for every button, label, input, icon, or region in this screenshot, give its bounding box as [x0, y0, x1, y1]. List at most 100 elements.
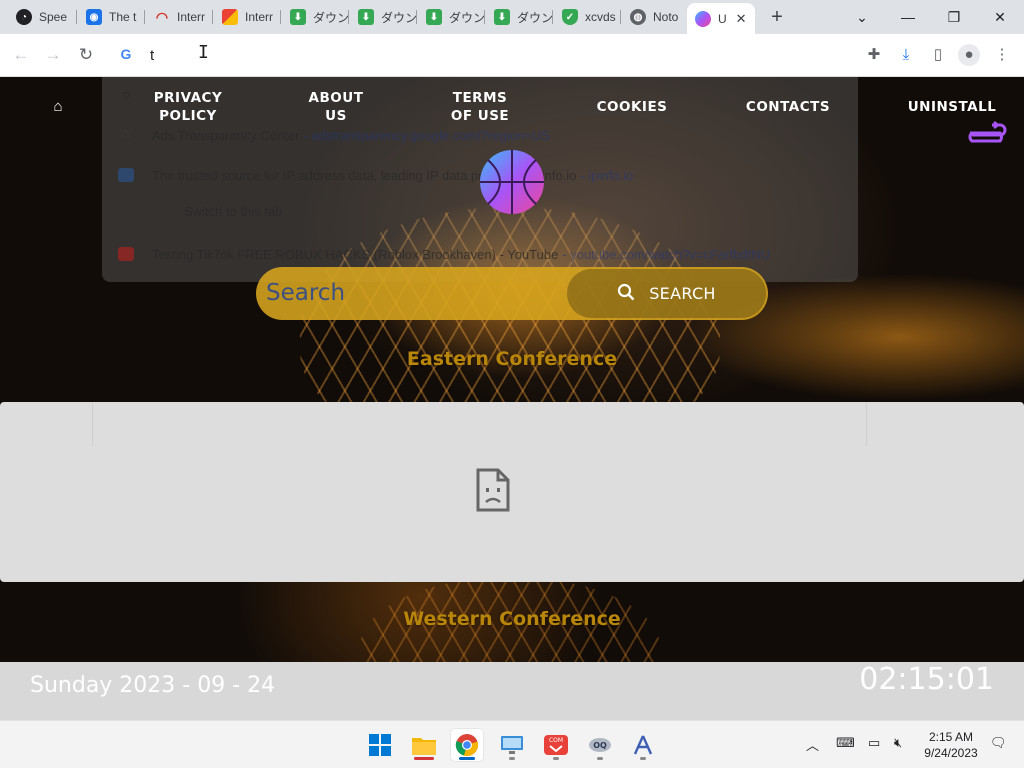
file-explorer-icon[interactable]: [408, 729, 440, 761]
forward-icon[interactable]: →: [41, 43, 65, 67]
tab-active-u[interactable]: U ✕: [687, 3, 755, 34]
tab-xcvds[interactable]: ✓ xcvds: [554, 4, 620, 30]
address-bar-input[interactable]: [150, 42, 750, 68]
tab-internet-2[interactable]: Interr: [214, 4, 280, 30]
display-icon[interactable]: ▭: [868, 735, 880, 751]
tab-icon: [160, 204, 176, 218]
nav-terms-of-use[interactable]: TERMS OF USE: [440, 89, 520, 125]
tab-download-3[interactable]: ⬇ ダウン: [418, 4, 484, 30]
tab-label: xcvds: [585, 10, 616, 24]
nav-privacy-policy[interactable]: PRIVACY POLICY: [148, 89, 228, 125]
notification-icon[interactable]: 🗨︎: [990, 735, 1007, 751]
tab-separator: [76, 10, 77, 24]
divider: [92, 402, 93, 446]
page-footer: Sunday 2023 - 09 - 24 02:15:01: [0, 662, 1024, 720]
broken-page-icon: [476, 468, 510, 512]
chrome-icon[interactable]: [451, 729, 483, 761]
browser-toolbar: ← → ↻ G I ✚ ⤓ ▯ ● ⋮: [0, 34, 1024, 77]
location-pin-icon: ◉: [86, 9, 102, 25]
tab-internet-1[interactable]: ◠ Interr: [146, 4, 212, 30]
suggestion-url: - youtube.com/watch?v=cFarfbdtNU: [562, 246, 771, 262]
tab-download-1[interactable]: ⬇ ダウン: [282, 4, 348, 30]
tab-label: The t: [109, 10, 137, 24]
acrobat-icon[interactable]: [627, 729, 659, 761]
minimize-button[interactable]: —: [888, 4, 928, 30]
running-indicator: [597, 757, 603, 760]
side-panel-icon[interactable]: ▯: [927, 44, 949, 66]
keyboard-icon[interactable]: ⌨: [836, 735, 855, 751]
menu-kebab-icon[interactable]: ⋮: [991, 44, 1013, 66]
extensions-icon[interactable]: ✚: [863, 44, 885, 66]
tab-separator: [348, 10, 349, 24]
ipinfo-icon: [118, 168, 134, 182]
remote-desktop-icon[interactable]: [496, 729, 528, 761]
search-button[interactable]: SEARCH: [567, 269, 766, 318]
download-icon: ⬇: [494, 9, 510, 25]
tab-separator: [484, 10, 485, 24]
tab-the[interactable]: ◉ The t: [78, 4, 144, 30]
system-clock[interactable]: 2:15 AM 9/24/2023: [916, 729, 986, 761]
suggestion-row[interactable]: Testing TikTok FREE ROBUX HACKS (Roblox …: [118, 244, 770, 264]
uninstall-icon[interactable]: [966, 121, 1010, 145]
com-app-icon[interactable]: COM: [540, 729, 572, 761]
globe-icon: ◍: [630, 9, 646, 25]
restore-button[interactable]: ❐: [934, 4, 974, 30]
suggestion-url: - ipinfo.io: [580, 167, 634, 183]
taskbar: COM OQ ︿ ⌨ ▭ 🔇︎ 2:15 AM 9/24/2023 🗨︎: [0, 720, 1024, 768]
tab-label: Spee: [39, 10, 68, 24]
download-icon: ⬇: [426, 9, 442, 25]
tab-separator: [416, 10, 417, 24]
svg-text:COM: COM: [549, 737, 563, 744]
tab-label: Interr: [177, 10, 206, 24]
tab-label: ダウン: [381, 10, 416, 25]
tab-label: ダウン: [449, 10, 484, 25]
western-conference-title: Western Conference: [403, 608, 621, 630]
search-icon: [617, 283, 635, 305]
tab-search-button[interactable]: ⌄: [842, 4, 882, 30]
switch-to-tab-button[interactable]: Switch to this tab: [160, 201, 282, 221]
windows-start-icon[interactable]: [364, 729, 396, 761]
google-icon: G: [121, 129, 131, 141]
tab-download-4[interactable]: ⬇ ダウン: [486, 4, 552, 30]
speaker-muted-icon[interactable]: 🔇︎: [894, 735, 902, 751]
search-bar: SEARCH: [256, 267, 768, 320]
suggestion-url: - adstransparency.google.com/?region=US: [303, 127, 550, 143]
search-icon: ⚲: [121, 90, 131, 103]
tab-noto[interactable]: ◍ Noto: [622, 4, 686, 30]
reload-icon[interactable]: ↻: [74, 43, 98, 67]
new-tab-button[interactable]: +: [767, 6, 787, 28]
tab-speed[interactable]: ◔ Spee: [8, 4, 76, 30]
suggestion-row[interactable]: The trusted source for IP address data, …: [118, 165, 633, 185]
search-input[interactable]: [266, 276, 556, 310]
running-indicator: [459, 757, 475, 760]
nav-uninstall[interactable]: UNINSTALL: [900, 98, 1004, 116]
youtube-icon: [118, 247, 134, 261]
chevron-up-icon[interactable]: ︿: [806, 735, 819, 754]
nav-about-us[interactable]: ABOUT US: [300, 89, 372, 125]
suggestion-row[interactable]: G Ads Transparency Center - adstranspare…: [118, 125, 550, 145]
download-icon[interactable]: ⤓: [895, 44, 917, 66]
tab-label: U: [718, 11, 727, 26]
svg-text:OQ: OQ: [593, 741, 607, 750]
network-app-icon[interactable]: OQ: [584, 729, 616, 761]
tab-separator: [212, 10, 213, 24]
system-date: 9/24/2023: [924, 746, 978, 760]
nav-contacts[interactable]: CONTACTS: [740, 98, 836, 116]
tab-separator: [144, 10, 145, 24]
home-icon[interactable]: ⌂: [49, 98, 67, 116]
profile-avatar-icon[interactable]: ●: [958, 44, 980, 66]
running-indicator: [414, 757, 434, 760]
nav-cookies[interactable]: COOKIES: [590, 98, 674, 116]
running-indicator: [640, 757, 646, 760]
back-icon[interactable]: ←: [9, 43, 33, 67]
speedometer-icon: ◠: [155, 8, 169, 25]
tab-download-2[interactable]: ⬇ ダウン: [350, 4, 416, 30]
close-window-button[interactable]: ✕: [980, 4, 1020, 30]
shield-check-icon: ✓: [562, 9, 578, 25]
tab-label: Noto: [653, 10, 679, 24]
close-icon[interactable]: ✕: [736, 11, 747, 27]
date-display: Sunday 2023 - 09 - 24: [30, 673, 276, 698]
download-icon: ⬇: [290, 9, 306, 25]
tab-label: Interr: [245, 10, 274, 24]
running-indicator: [553, 757, 559, 760]
